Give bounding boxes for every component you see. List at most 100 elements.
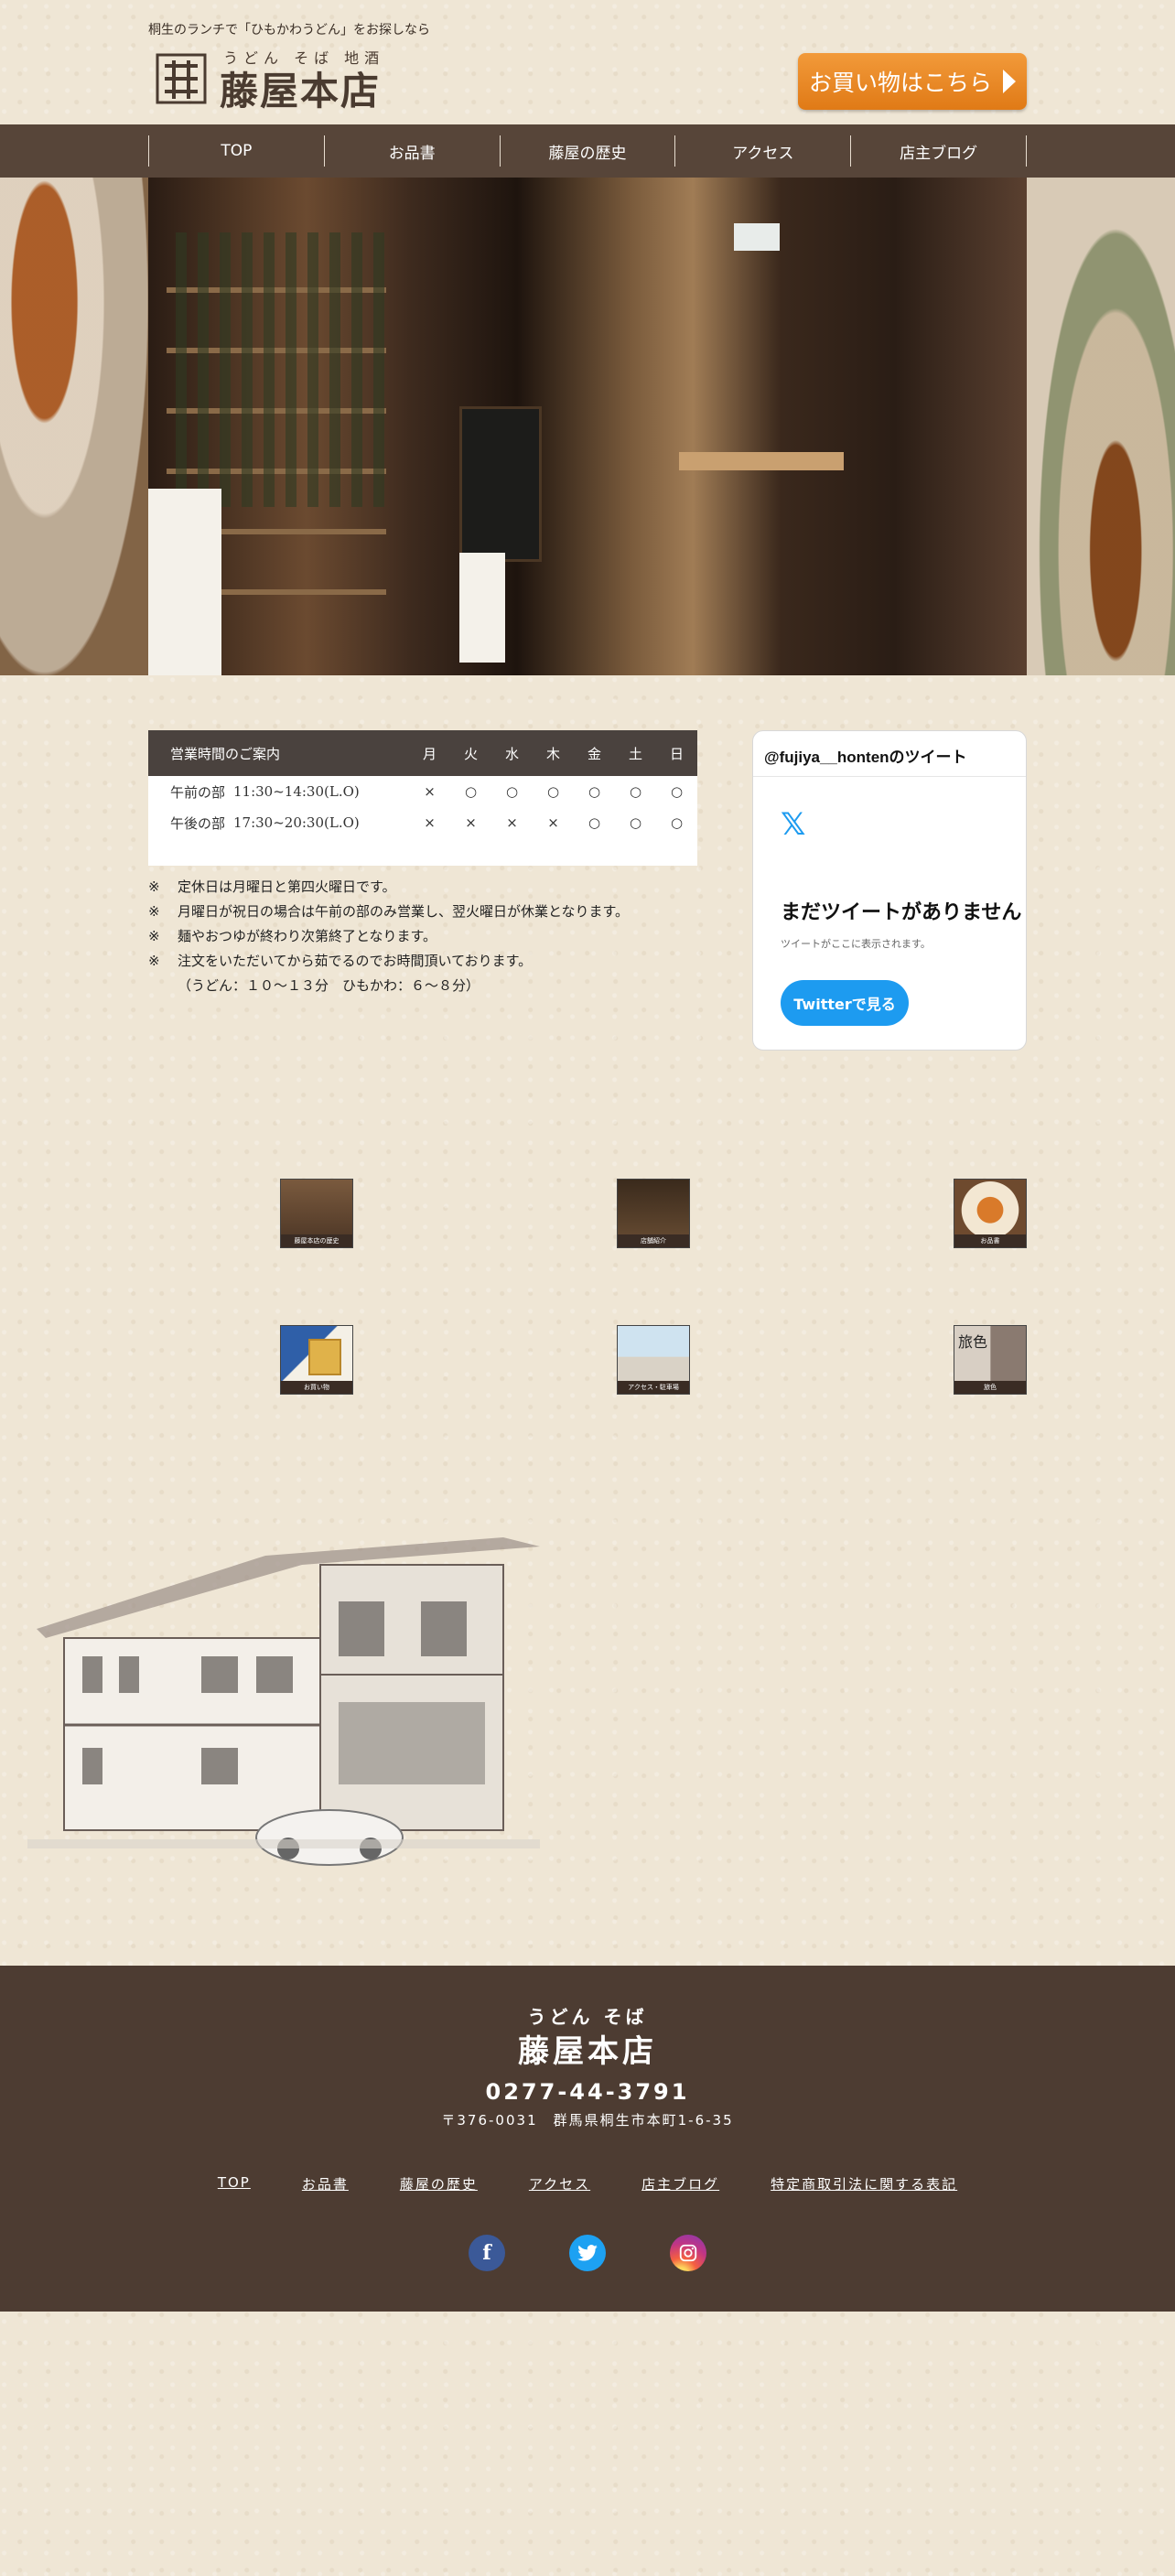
nav-item-top[interactable]: TOP xyxy=(149,135,325,167)
hero-shop-interior-image xyxy=(148,178,1027,675)
banner-caption: お買い物 xyxy=(281,1381,352,1394)
open-mark: ○ xyxy=(670,783,684,800)
open-mark: × xyxy=(424,783,436,800)
banner-caption: アクセス・駐車場 xyxy=(618,1381,689,1394)
banner-history[interactable]: 藤屋本店の歴史 xyxy=(280,1179,353,1248)
instagram-camera-glyph xyxy=(679,2244,697,2262)
row-label: 午前の部 xyxy=(170,783,226,801)
footer-social-links: f xyxy=(0,2235,1175,2271)
row-label: 午後の部 xyxy=(170,814,226,832)
footer-link-blog[interactable]: 店主ブログ xyxy=(641,2174,719,2193)
x-logo-icon[interactable]: 𝕏 xyxy=(781,806,805,843)
view-on-twitter-button[interactable]: Twitterで見る xyxy=(781,980,909,1026)
open-mark: × xyxy=(547,814,559,831)
day-fri: 金 xyxy=(587,745,601,762)
ceiling-aircon xyxy=(734,223,780,251)
gift-box-image xyxy=(308,1339,341,1375)
shop-button[interactable]: お買い物はこちら xyxy=(798,53,1027,110)
banner-shop-intro[interactable]: 店舗紹介 xyxy=(617,1179,690,1248)
banner-caption: 店舗紹介 xyxy=(618,1234,689,1247)
business-hours-table: 営業時間のご案内 月 火 水 木 金 土 日 午前の部 11:30~14:30(… xyxy=(148,730,697,866)
sake-bottles xyxy=(176,232,386,507)
banner-caption: お品書 xyxy=(954,1234,1026,1247)
open-mark: ○ xyxy=(629,814,642,831)
footer-logo-name: 藤屋本店 xyxy=(518,2033,657,2070)
shop-button-label: お買い物はこちら xyxy=(808,70,992,96)
note-item: ※ 定休日は月曜日と第四火曜日です。 xyxy=(148,875,716,900)
open-mark: ○ xyxy=(629,783,642,800)
banner-menu[interactable]: お品書 xyxy=(954,1179,1027,1248)
arrow-right-icon xyxy=(1003,70,1016,93)
shop-building-sketch xyxy=(27,1537,540,1866)
site-footer: うどん そば 藤屋本店 0277-44-3791 〒376-0031 群馬県桐生… xyxy=(0,1966,1175,2312)
footer-phone[interactable]: 0277-44-3791 xyxy=(0,2079,1175,2105)
open-mark: ○ xyxy=(505,783,519,800)
twitter-bird-glyph xyxy=(577,2245,598,2261)
footer-link-top[interactable]: TOP xyxy=(218,2174,251,2193)
footer-link-history[interactable]: 藤屋の歴史 xyxy=(400,2174,478,2193)
note-item: （うどん：１０〜１３分 ひもかわ：６〜８分） xyxy=(148,974,716,998)
note-text: 麺やおつゆが終わり次第終了となります。 xyxy=(178,928,437,944)
twitter-timeline-title[interactable]: @fujiya__hontenのツイート xyxy=(753,731,1026,777)
twitter-empty-subtext: ツイートがここに表示されます。 xyxy=(781,938,931,950)
note-mark: ※ xyxy=(148,953,160,969)
facebook-icon[interactable]: f xyxy=(469,2235,505,2271)
hanging-menu-sign-2 xyxy=(459,553,505,663)
note-text: （うどん：１０〜１３分 ひもかわ：６〜８分） xyxy=(178,977,480,994)
day-wed: 水 xyxy=(504,745,519,762)
note-text: 注文をいただいてから茹でるのでお時間頂いております。 xyxy=(178,953,533,969)
note-mark: ※ xyxy=(148,903,160,920)
hanging-menu-sign xyxy=(148,489,221,675)
banner-title: 旅色 xyxy=(958,1333,988,1351)
open-mark: × xyxy=(465,814,477,831)
banner-caption: 藤屋本店の歴史 xyxy=(281,1234,352,1247)
day-mon: 月 xyxy=(422,745,437,762)
footer-link-legal[interactable]: 特定商取引法に関する表記 xyxy=(771,2174,957,2193)
banner-caption: 旅色 xyxy=(954,1381,1026,1394)
twitter-empty-heading: まだツイートがありません xyxy=(781,901,1022,924)
hero-slideshow[interactable] xyxy=(0,178,1175,675)
hours-notes: ※ 定休日は月曜日と第四火曜日です。 ※ 月曜日が祝日の場合は午前の部のみ営業し、翌… xyxy=(148,875,716,998)
note-text: 定休日は月曜日と第四火曜日です。 xyxy=(178,878,396,895)
nav-item-history[interactable]: 藤屋の歴史 xyxy=(501,135,676,167)
instagram-icon[interactable] xyxy=(670,2235,706,2271)
nav-item-blog[interactable]: 店主ブログ xyxy=(851,135,1027,167)
footer-link-access[interactable]: アクセス xyxy=(529,2174,590,2193)
hours-header: 営業時間のご案内 月 火 水 木 金 土 日 xyxy=(148,730,697,776)
nav-item-access[interactable]: アクセス xyxy=(675,135,852,167)
note-mark xyxy=(148,974,178,998)
open-mark: ○ xyxy=(546,783,560,800)
row-time: 17:30~20:30(L.O) xyxy=(233,814,360,831)
open-mark: ○ xyxy=(588,783,601,800)
site-logo[interactable]: うどん そば 地酒 藤屋本店 xyxy=(148,46,386,113)
nav-item-menu[interactable]: お品書 xyxy=(325,135,501,167)
hero-prev-slide-image xyxy=(0,178,148,675)
site-tagline: 桐生のランチで「ひもかわうどん」をお探しなら xyxy=(148,23,430,38)
note-item: ※ 注文をいただいてから茹でるのでお時間頂いております。 xyxy=(148,949,716,974)
footer-address: 〒376-0031 群馬県桐生市本町1-6-35 xyxy=(441,2112,734,2129)
open-mark: ○ xyxy=(670,814,684,831)
day-sat: 土 xyxy=(628,745,642,762)
note-item: ※ 月曜日が祝日の場合は午前の部のみ営業し、翌火曜日が休業となります。 xyxy=(148,900,716,924)
banner-tabiiro[interactable]: 旅色 旅色 xyxy=(954,1325,1027,1395)
banner-access-parking[interactable]: アクセス・駐車場 xyxy=(617,1325,690,1395)
day-sun: 日 xyxy=(669,745,684,762)
global-nav: TOP お品書 藤屋の歴史 アクセス 店主ブログ xyxy=(0,124,1175,178)
twitter-timeline-widget: @fujiya__hontenのツイート 𝕏 まだツイートがありません ツイート… xyxy=(752,730,1027,1051)
day-tue: 火 xyxy=(463,745,478,762)
logo-name: 藤屋本店 xyxy=(220,69,382,113)
hours-row-lunch: 午前の部 11:30~14:30(L.O) × ○ ○ ○ ○ ○ ○ xyxy=(148,776,697,807)
open-mark: × xyxy=(506,814,518,831)
banner-shopping[interactable]: お買い物 xyxy=(280,1325,353,1395)
note-mark: ※ xyxy=(148,878,160,895)
note-mark: ※ xyxy=(148,928,160,944)
note-text: 月曜日が祝日の場合は午前の部のみ営業し、翌火曜日が休業となります。 xyxy=(178,903,630,920)
footer-link-menu[interactable]: お品書 xyxy=(302,2174,349,2193)
note-item: ※ 麺やおつゆが終わり次第終了となります。 xyxy=(148,924,716,949)
open-mark: ○ xyxy=(588,814,601,831)
hero-next-slide-image xyxy=(1027,178,1175,675)
day-thu: 木 xyxy=(545,745,560,762)
footer-logo-sub: うどん そば xyxy=(527,2006,648,2028)
hours-title: 営業時間のご案内 xyxy=(170,745,281,762)
twitter-icon[interactable] xyxy=(569,2235,606,2271)
